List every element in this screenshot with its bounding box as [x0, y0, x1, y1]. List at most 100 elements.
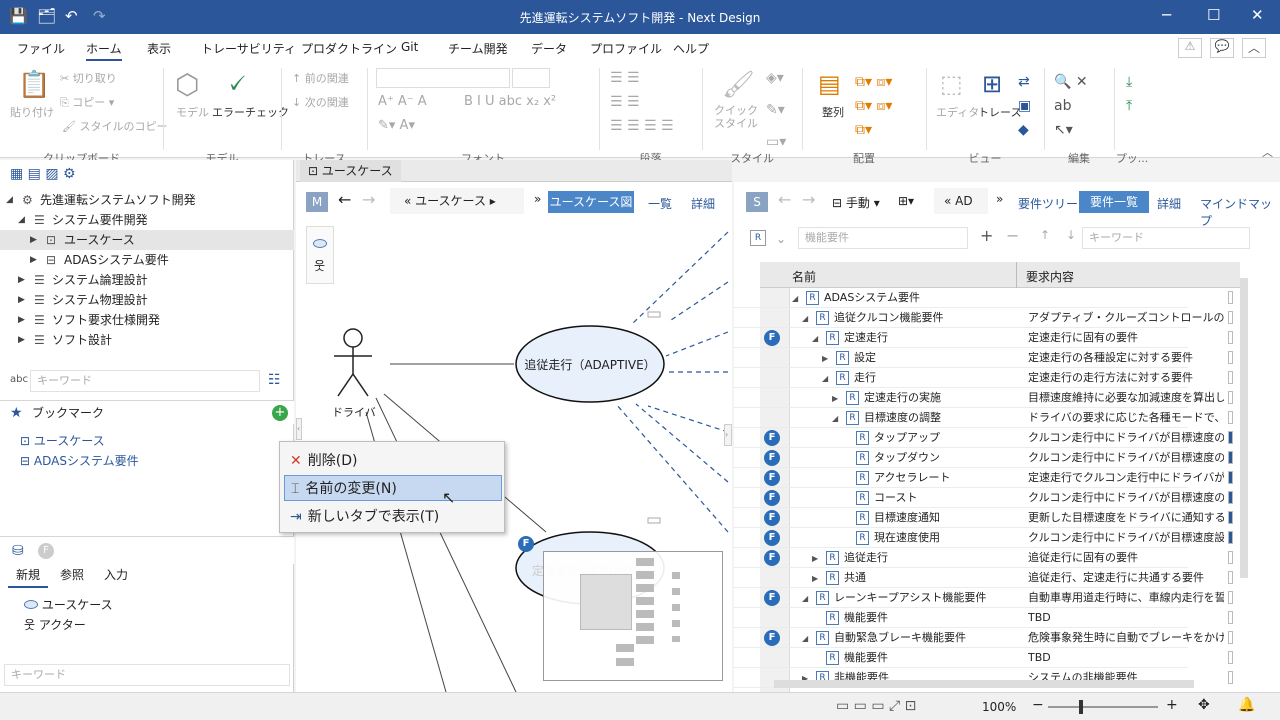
table-row[interactable]: F R 現在速度使用 クルコン走行中にドライバが目標速度設定を [734, 528, 1233, 548]
expand-toggle[interactable]: ◢ [802, 589, 816, 609]
close-icon[interactable]: ✕ [1251, 6, 1264, 24]
tab-requirement-list[interactable]: 要件一覧 [1079, 191, 1149, 213]
menu-profile[interactable]: プロファイル [590, 40, 662, 57]
context-open-new-tab[interactable]: ⇥ 新しいタブで表示(T) [284, 504, 502, 530]
minimize-icon[interactable]: ─ [1162, 6, 1171, 24]
tree-item-software-design[interactable]: ▶ ☰ ソフト設計 [0, 330, 294, 350]
splitter-left-handle[interactable]: ‹ [296, 418, 302, 440]
layout-icon[interactable]: ⊞▾ [898, 194, 914, 208]
expand-toggle[interactable]: ▶ [812, 569, 826, 589]
view-small-icons[interactable]: ⇄ ▣ ◆ [1018, 70, 1031, 142]
table-row[interactable]: ◢ R ADASシステム要件 [734, 288, 1233, 309]
tab-detail[interactable]: 詳細 [1157, 195, 1181, 212]
row-requirement-cell[interactable]: TBD [1028, 608, 1224, 628]
row-name-cell[interactable]: ▶ R 追従走行 [812, 548, 1042, 569]
comment-icon[interactable]: 💬 [1210, 38, 1234, 58]
prev-relation-button[interactable]: ↑ 前の関連 [292, 70, 349, 86]
palette-tab-new[interactable]: 新規 [16, 566, 40, 583]
align-icon[interactable]: ▤ [818, 70, 841, 98]
table-row[interactable]: F ◢ R 定速走行 定速走行に固有の要件 [734, 328, 1233, 349]
fill-icons[interactable]: ◈▾ ✎▾ ▭▾ [766, 70, 786, 150]
table-row[interactable]: ▶ R 設定 定速走行の各種設定に対する要件 [734, 348, 1233, 368]
ribbon-collapse-icon[interactable]: ︿ [1262, 144, 1273, 160]
column-requirement-header[interactable]: 要求内容 [1026, 268, 1074, 285]
menu-traceability[interactable]: トレーサビリティ [201, 40, 296, 57]
row-name-cell[interactable]: ◢ R レーンキープアシスト機能要件 [802, 588, 1032, 609]
layout-toggle-icons[interactable]: ▭ ▭ ▭ ⤢ ⊡ [836, 698, 916, 714]
bookmark-item[interactable]: ⊟ ADASシステム要件 [20, 452, 139, 469]
navigator-toolbar-icons[interactable]: ▦ ▤ ▨ ⚙ [10, 166, 76, 182]
table-row[interactable]: ◢R 追従クルコン機能要件 アダプティブ・クルーズコントロールの機能要件 [734, 308, 1233, 329]
row-requirement-cell[interactable]: 自動車専用道走行時に、車線内走行を誓 [1028, 588, 1224, 608]
find-icon[interactable]: 🔍 ✕ ab ↖▾ [1054, 70, 1088, 142]
expand-toggle[interactable]: ◢ [792, 289, 806, 309]
menu-view[interactable]: 表示 [147, 40, 171, 57]
error-check-icon[interactable]: 🗸 [226, 66, 247, 101]
tree-item-software-spec[interactable]: ▶ ☰ ソフト要求仕様開発 [0, 310, 294, 330]
right-breadcrumb[interactable]: « AD [934, 188, 988, 214]
palette-tab-reference[interactable]: 参照 [60, 566, 84, 583]
row-name-cell[interactable]: ◢ R 自動緊急ブレーキ機能要件 [802, 628, 1032, 649]
menu-file[interactable]: ファイル [17, 40, 65, 57]
table-row[interactable]: F R タップダウン クルコン走行中にドライバが目標速度の減少 [734, 448, 1233, 468]
row-requirement-cell[interactable]: クルコン走行中にドライバが目標速度の減少 [1028, 448, 1224, 468]
expand-toggle[interactable]: ◢ [822, 369, 836, 389]
row-requirement-cell[interactable]: 目標速度維持に必要な加減速度を算出し、 [1028, 388, 1224, 408]
row-requirement-cell[interactable]: クルコン走行中にドライバが目標速度設定を [1028, 528, 1224, 548]
style-copy-button[interactable]: 🖌 スタイルのコピー [62, 118, 167, 134]
next-relation-button[interactable]: ↓ 次の関連 [292, 94, 349, 110]
minimap-viewport[interactable] [580, 574, 632, 630]
forward-arrow-icon[interactable]: → [802, 190, 815, 209]
notification-icon[interactable]: 🔔 [1238, 697, 1255, 713]
expand-toggle[interactable]: ◢ [812, 329, 826, 349]
font-size-select[interactable] [512, 68, 550, 88]
highlight-icon[interactable]: ✎▾ A▾ [378, 118, 415, 133]
tree-item-usecase[interactable]: ▶ ⊡ ユースケース [0, 230, 294, 250]
row-requirement-cell[interactable]: 更新した目標速度をドライバに通知する。 [1028, 508, 1224, 528]
table-row[interactable]: ▶ R 定速走行の実施 目標速度維持に必要な加減速度を算出し、 [734, 388, 1233, 408]
move-up-icon[interactable]: ↑ [1040, 228, 1050, 242]
table-row[interactable]: F ◢R 自動緊急ブレーキ機能要件 危険事象発生時に自動でブレーキをかける機 [734, 628, 1233, 649]
expand-toggle[interactable]: ◢ [832, 409, 846, 429]
fit-icon[interactable]: ✥ [1198, 697, 1210, 713]
row-requirement-cell[interactable]: TBD [1028, 648, 1224, 668]
font-grow-icon[interactable]: A⁺ A⁻ A [378, 94, 427, 109]
menu-git[interactable]: Git [401, 40, 418, 54]
table-row[interactable]: F ◢ R レーンキープアシスト機能要件 自動車専用道走行時に、車線内走行を誓 [734, 588, 1233, 609]
zoom-in-icon[interactable]: + [1166, 697, 1178, 713]
editor-tab-usecase[interactable]: ⊡ ユースケース [300, 160, 401, 182]
list-icons[interactable]: ☰ ☰ [610, 70, 640, 86]
tab-requirement-tree[interactable]: 要件ツリー [1018, 195, 1078, 212]
vertical-scrollbar[interactable] [1240, 278, 1248, 578]
zoom-slider-thumb[interactable] [1079, 700, 1083, 714]
move-down-icon[interactable]: ↓ [1066, 228, 1076, 242]
row-name-cell[interactable]: ▶ R 共通 [812, 568, 1042, 589]
row-requirement-cell[interactable]: 定速走行に固有の要件 [1028, 328, 1224, 348]
tree-item-system-logical[interactable]: ▶ ☰ システム論理設計 [0, 270, 294, 290]
table-row[interactable]: F R タップアップ クルコン走行中にドライバが目標速度の増加 [734, 428, 1233, 448]
cut-button[interactable]: ✂ 切り取り [60, 70, 117, 86]
tab-mindmap[interactable]: マインドマップ [1200, 195, 1280, 229]
table-row[interactable]: R 機能要件 TBD [734, 648, 1233, 668]
table-row[interactable]: ▶ R 共通 追従走行、定速走行に共通する要件 [734, 568, 1233, 589]
type-dropdown-icon[interactable]: ⌄ [776, 232, 786, 246]
indent-icons[interactable]: ☰ ☰ [610, 94, 640, 110]
table-row[interactable]: R 機能要件 TBD [734, 608, 1233, 628]
font-family-select[interactable] [376, 68, 510, 88]
row-requirement-cell[interactable]: 定速走行でクルコン走行中にドライバが目標 [1028, 468, 1224, 488]
maximize-icon[interactable]: ☐ [1207, 6, 1220, 24]
menu-help[interactable]: ヘルプ [673, 40, 709, 57]
row-requirement-cell[interactable]: 定速走行の走行方法に対する要件 [1028, 368, 1224, 388]
zoom-slider[interactable] [1048, 706, 1158, 708]
usecase-label-adaptive[interactable]: 追従走行（ADAPTIVE） [516, 356, 664, 373]
menu-team[interactable]: チーム開発 [448, 40, 508, 57]
row-requirement-cell[interactable]: 追従走行、定速走行に共通する要件 [1028, 568, 1224, 588]
requirement-keyword-input[interactable]: キーワード [1082, 227, 1250, 249]
quick-style-icon[interactable]: 🖌 [722, 70, 755, 100]
row-name-cell[interactable]: ◢ R 追従クルコン機能要件 [802, 308, 1032, 329]
model-icon[interactable]: ⬡ [175, 68, 199, 101]
table-row[interactable]: F R コースト クルコン走行中にドライバが目標速度の減少 [734, 488, 1233, 508]
collapse-ribbon-icon[interactable]: ︿ [1242, 38, 1266, 58]
row-requirement-cell[interactable]: クルコン走行中にドライバが目標速度の増加 [1028, 428, 1224, 448]
palette-keyword-input[interactable]: キーワード [4, 664, 290, 686]
